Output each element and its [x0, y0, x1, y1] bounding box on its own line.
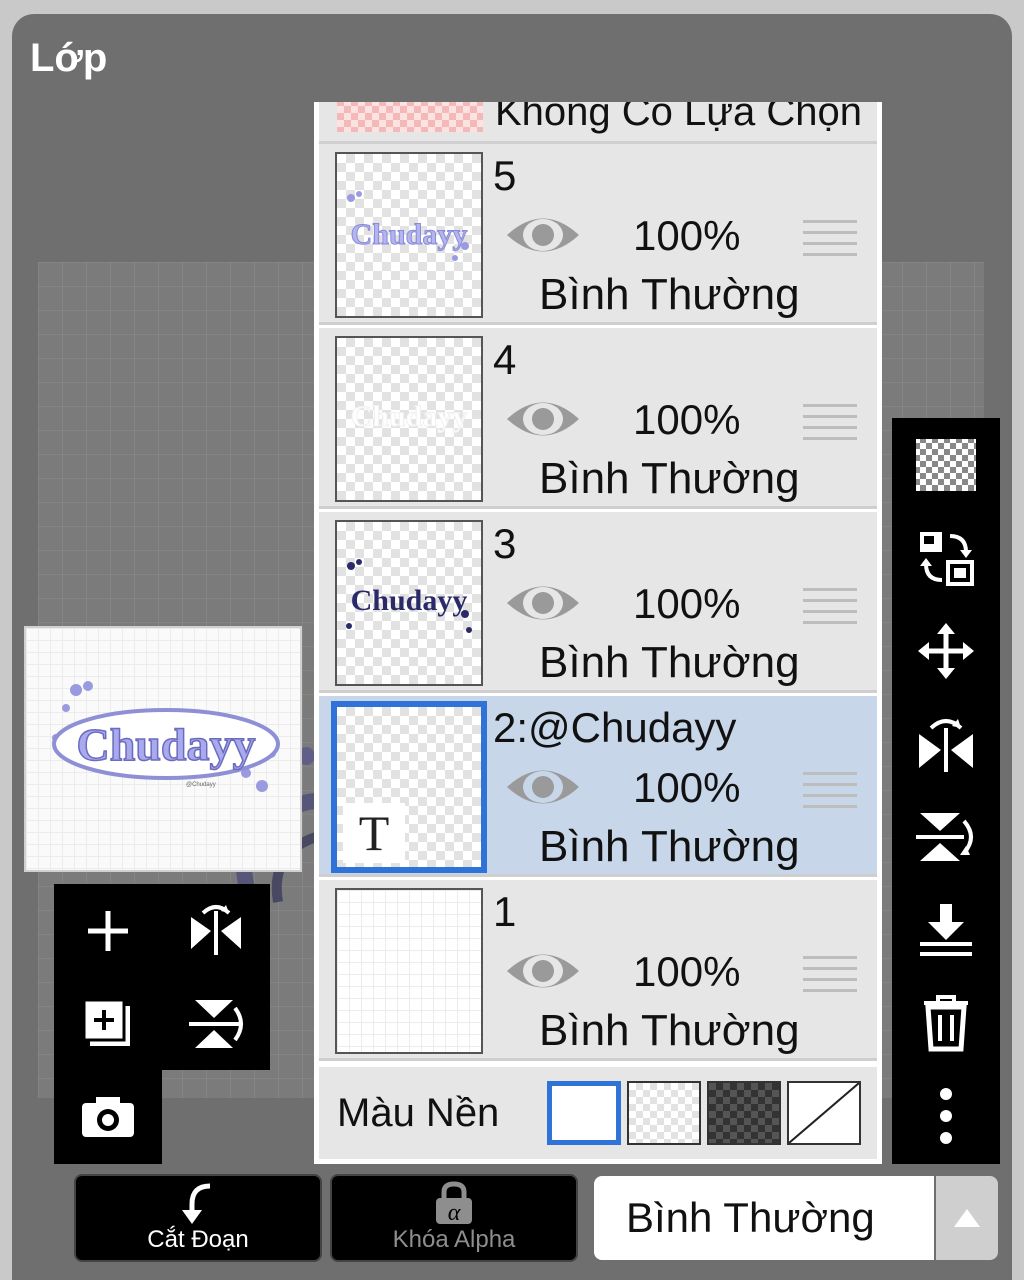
layer-thumbnail: [335, 888, 483, 1054]
add-layer-button[interactable]: [54, 884, 162, 977]
merge-down-icon: [920, 903, 972, 956]
delete-layer-button[interactable]: [892, 976, 1000, 1069]
layer-thumbnail: T: [331, 701, 487, 873]
transparency-button[interactable]: [892, 418, 1000, 511]
layer-name: 1: [493, 888, 517, 935]
flip-vertical-icon: [189, 999, 243, 1048]
drag-handle-icon[interactable]: [803, 220, 857, 260]
flip-horizontal-button[interactable]: [892, 697, 1000, 790]
background-color-label: Màu Nền: [337, 1091, 500, 1135]
layer-opacity[interactable]: 100%: [633, 212, 740, 260]
left-toolbar: [54, 884, 270, 1070]
blend-mode-dropdown-button[interactable]: [936, 1176, 998, 1260]
layer-opacity[interactable]: 100%: [633, 396, 740, 444]
flip-layer-vertical-button[interactable]: [162, 977, 270, 1070]
preview-artwork: Chudayy @Chudayy: [52, 681, 280, 792]
background-color-row: Màu Nền: [319, 1067, 877, 1159]
blend-mode-select[interactable]: Bình Thường: [594, 1176, 934, 1260]
camera-icon: [82, 1096, 134, 1137]
layer-thumb-art: Chudayy: [347, 191, 469, 261]
trash-icon: [924, 994, 968, 1051]
layer-thumbnail: Chudayy: [335, 520, 483, 686]
bg-swatch-white[interactable]: [547, 1081, 621, 1145]
move-icon: [918, 622, 974, 679]
blend-mode-value: Bình Thường: [626, 1194, 875, 1241]
add-layer-icon: [88, 910, 128, 951]
layer-opacity[interactable]: 100%: [633, 764, 740, 812]
layer-row-4[interactable]: Chudayy 4 100% Bình Thường: [319, 328, 877, 509]
drag-handle-icon[interactable]: [803, 772, 857, 812]
clip-arrow-icon: [182, 1183, 211, 1224]
bg-swatch-transparent-dark[interactable]: [707, 1081, 781, 1145]
drag-handle-icon[interactable]: [803, 956, 857, 996]
svg-text:Chudayy: Chudayy: [77, 719, 256, 770]
alpha-lock-button[interactable]: α Khóa Alpha: [330, 1174, 578, 1262]
flip-layer-horizontal-button[interactable]: [162, 884, 270, 977]
visibility-eye-icon[interactable]: [505, 946, 581, 996]
drag-handle-icon[interactable]: [803, 404, 857, 444]
camera-button[interactable]: [54, 1070, 162, 1163]
clipping-button[interactable]: Cắt Đoạn: [74, 1174, 322, 1262]
bg-swatch-none[interactable]: [787, 1081, 861, 1145]
svg-text:Chudayy: Chudayy: [351, 584, 468, 617]
add-copy-layer-icon: [82, 998, 130, 1046]
flip-horizontal-icon: [919, 718, 973, 772]
svg-text:Chudayy: Chudayy: [351, 400, 468, 433]
layer-row-selection[interactable]: Không Có Lựa Chọn: [319, 102, 877, 144]
alpha-lock-label: Khóa Alpha: [392, 1226, 516, 1253]
canvas-preview[interactable]: Chudayy @Chudayy: [24, 626, 302, 872]
layer-blend-mode[interactable]: Bình Thường: [539, 822, 800, 872]
move-button[interactable]: [892, 604, 1000, 697]
layer-opacity[interactable]: 100%: [633, 580, 740, 628]
add-layer-copy-button[interactable]: [54, 977, 162, 1070]
visibility-eye-icon[interactable]: [505, 578, 581, 628]
layer-thumb-art: Chudayy: [346, 559, 472, 633]
layer-list[interactable]: Không Có Lựa Chọn Chudayy 5 100% Bình Th…: [314, 102, 882, 1164]
layer-row-2[interactable]: T 2:@Chudayy 100% Bình Thường: [319, 696, 877, 877]
swap-layer-button[interactable]: [892, 511, 1000, 604]
bg-swatch-transparent-light[interactable]: [627, 1081, 701, 1145]
selection-layer-label: Không Có Lựa Chọn: [495, 102, 863, 134]
no-background-icon: [789, 1083, 859, 1143]
layer-row-1[interactable]: 1 100% Bình Thường: [319, 880, 877, 1061]
layer-thumbnail: Chudayy: [335, 152, 483, 318]
visibility-eye-icon[interactable]: [505, 762, 581, 812]
svg-text:@Chudayy: @Chudayy: [186, 782, 216, 788]
layer-thumbnail: [337, 102, 483, 132]
layer-blend-mode[interactable]: Bình Thường: [539, 638, 800, 688]
flip-horizontal-icon: [191, 904, 241, 955]
clipping-label: Cắt Đoạn: [147, 1226, 249, 1253]
visibility-eye-icon[interactable]: [505, 394, 581, 444]
layer-blend-mode[interactable]: Bình Thường: [539, 1006, 800, 1056]
lock-icon: α: [436, 1181, 472, 1226]
flip-vertical-icon: [916, 812, 973, 861]
drag-handle-icon[interactable]: [803, 588, 857, 628]
svg-text:Chudayy: Chudayy: [351, 218, 468, 251]
left-toolbar-extra: [54, 1070, 162, 1164]
visibility-eye-icon[interactable]: [505, 210, 581, 260]
triangle-up-icon: [954, 1209, 980, 1227]
transparency-icon: [916, 438, 976, 491]
flip-vertical-button[interactable]: [892, 790, 1000, 883]
layer-thumbnail: Chudayy: [335, 336, 483, 502]
layer-thumb-art: Chudayy: [350, 400, 468, 434]
layer-blend-mode[interactable]: Bình Thường: [539, 270, 800, 320]
more-button[interactable]: [892, 1069, 1000, 1162]
layer-row-5[interactable]: Chudayy 5 100% Bình Thường: [319, 144, 877, 325]
layer-name: 2:@Chudayy: [493, 704, 737, 751]
layers-panel: Lớp Chudayy @Chudayy Không Có Lựa Chọn C…: [12, 14, 1012, 1280]
layer-name: 3: [493, 520, 517, 567]
svg-text:α: α: [448, 1200, 461, 1226]
more-vertical-icon: [940, 1087, 952, 1144]
layer-opacity[interactable]: 100%: [633, 948, 740, 996]
merge-down-button[interactable]: [892, 883, 1000, 976]
text-layer-icon: T: [343, 803, 405, 863]
swap-layer-icon: [920, 531, 974, 586]
panel-title: Lớp: [30, 36, 108, 80]
layer-name: 4: [493, 336, 517, 383]
right-toolbar: [892, 418, 1000, 1164]
layer-row-3[interactable]: Chudayy 3 100% Bình Thường: [319, 512, 877, 693]
layer-name: 5: [493, 152, 517, 199]
layer-blend-mode[interactable]: Bình Thường: [539, 454, 800, 504]
